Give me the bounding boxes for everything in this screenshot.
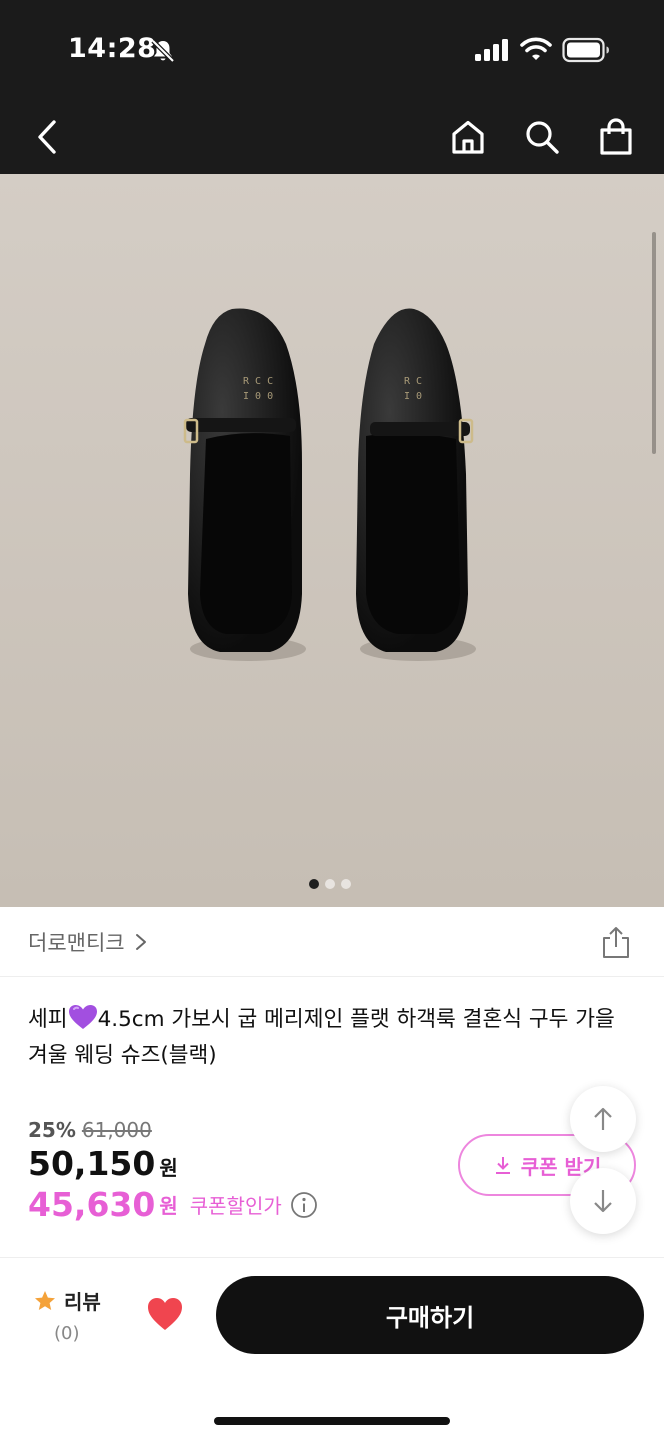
original-price: 61,000 [81,1118,152,1142]
share-icon[interactable] [600,925,632,959]
info-icon[interactable] [290,1191,318,1219]
discount-line: 25% 61,000 [28,1118,448,1142]
buy-button[interactable]: 구매하기 [216,1276,644,1354]
search-button[interactable] [519,114,565,160]
coupon-price-line: 45,630 원 쿠폰할인가 [28,1185,448,1224]
product-title: 세피 4.5cm 가보시 굽 메리제인 플랫 하객룩 결혼식 구두 가을 겨울 웨… [28,1002,638,1074]
scroll-top-button[interactable] [570,1086,636,1152]
signal-icon [475,39,508,61]
wifi-icon [520,37,552,60]
purple-heart-icon [68,1005,97,1029]
product-title-prefix: 세피 [28,1007,68,1032]
scroll-bottom-button[interactable] [570,1168,636,1234]
cart-button[interactable] [593,114,639,160]
product-image-gallery[interactable]: R C C I 0 0 R C I 0 [0,174,664,907]
sale-price-line: 50,150 원 [28,1144,448,1183]
chevron-left-icon [38,120,56,154]
brand-row: 더로맨티크 [0,907,664,977]
arrow-down-icon [594,1190,612,1213]
coupon-price: 45,630 [28,1185,156,1224]
discount-rate: 25% [28,1118,76,1142]
heart-icon[interactable] [146,1296,184,1332]
product-title-rest: 4.5cm 가보시 굽 메리제인 플랫 하객룩 결혼식 구두 가을 겨울 웨딩 … [28,1007,615,1068]
product-photo: R C C I 0 0 R C I 0 [0,174,664,907]
coupon-currency: 원 [159,1194,178,1218]
star-icon [35,1290,55,1310]
shopping-bag-icon [600,118,632,155]
review-label: 리뷰 [64,1290,101,1314]
image-scrollbar[interactable] [652,232,656,454]
review-count: (0) [54,1323,80,1344]
buy-button-label: 구매하기 [385,1303,475,1332]
brand-name: 더로맨티크 [28,931,125,955]
svg-text:R C: R C [404,376,422,387]
top-nav-bar [0,100,664,174]
svg-text:I 0: I 0 [404,391,422,402]
home-icon [452,120,484,154]
chevron-right-icon [135,934,146,950]
sale-price: 50,150 [28,1144,156,1183]
bottom-action-bar: 리뷰 (0) 구매하기 [0,1258,664,1440]
gallery-pagination [309,879,351,889]
search-icon [526,121,559,154]
review-button[interactable]: 리뷰 (0) [34,1286,101,1344]
bell-slash-icon [151,39,175,63]
gallery-dot-2[interactable] [325,879,335,889]
svg-text:I 0 0: I 0 0 [243,391,273,402]
sale-currency: 원 [159,1156,178,1180]
home-indicator [214,1417,450,1425]
svg-text:R C C: R C C [243,376,273,387]
status-time: 14:28 [68,33,157,64]
home-button[interactable] [445,114,491,160]
back-button[interactable] [24,114,70,160]
battery-icon [562,37,609,63]
brand-link[interactable]: 더로맨티크 [28,927,149,957]
price-block: 25% 61,000 50,150 원 45,630 원 쿠폰할인가 [28,1118,448,1224]
arrow-up-icon [594,1107,612,1130]
coupon-price-label: 쿠폰할인가 [189,1194,282,1218]
gallery-dot-3[interactable] [341,879,351,889]
status-bar: 14:28 [0,0,664,100]
gallery-dot-1[interactable] [309,879,319,889]
download-icon [495,1157,510,1174]
